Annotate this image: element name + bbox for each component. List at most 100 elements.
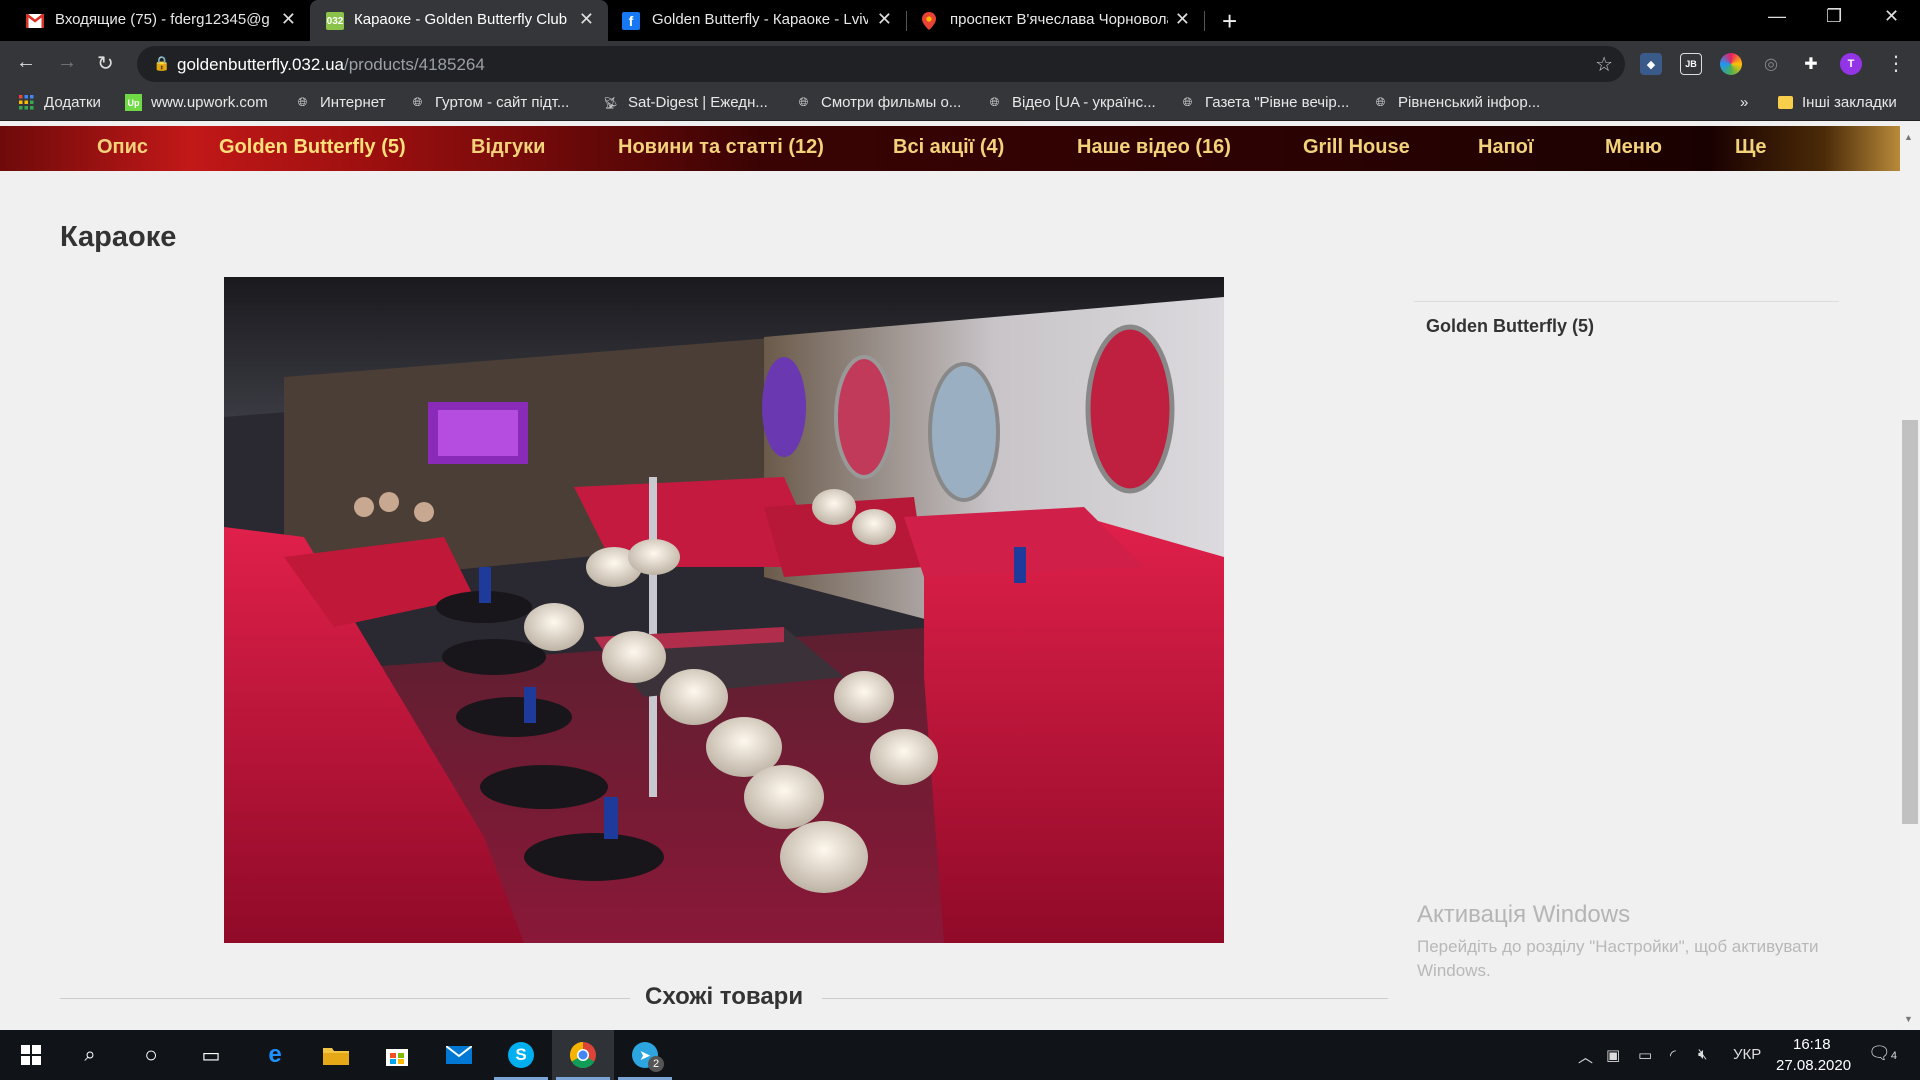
nav-drinks[interactable]: Напої (1478, 136, 1534, 159)
color-picker-extension-icon[interactable] (1720, 53, 1742, 75)
bookmark-movies[interactable]: 🌐︎ Смотри фильмы о... (795, 94, 962, 111)
similar-products-heading: Схожі товари (60, 971, 1388, 1010)
input-language[interactable]: УКР (1733, 1046, 1761, 1063)
nav-videos[interactable]: Наше відео (16) (1077, 136, 1231, 159)
clock-date[interactable]: 27.08.2020 (1776, 1057, 1851, 1074)
scroll-up-arrow-icon[interactable]: ▲ (1904, 132, 1913, 142)
task-view-icon[interactable]: ▭ (180, 1030, 242, 1080)
profile-avatar[interactable]: T (1840, 53, 1862, 75)
lock-icon[interactable]: 🔒 (153, 55, 170, 72)
bookmark-gurtom[interactable]: 🌐︎ Гуртом - сайт підт... (409, 94, 570, 111)
windows-start-icon[interactable] (0, 1030, 62, 1080)
heading-divider (822, 998, 1388, 999)
scrollbar-thumb[interactable] (1902, 420, 1918, 824)
disabled-extension-icon[interactable]: ◎ (1760, 53, 1782, 75)
close-window-icon[interactable]: ✕ (1884, 6, 1899, 27)
bookmark-rivne-info[interactable]: 🌐︎ Рівненський інфор... (1372, 94, 1540, 111)
windows-activation-title: Активація Windows (1417, 901, 1631, 928)
nav-promotions[interactable]: Всі акції (4) (893, 136, 1004, 159)
back-arrow-icon[interactable]: ← (16, 51, 36, 74)
forward-arrow-icon[interactable]: → (57, 51, 77, 74)
bookmark-video-ua[interactable]: 🌐︎ Відео [UA - українс... (986, 94, 1156, 111)
nav-opys[interactable]: Опис (97, 136, 148, 159)
extensions-puzzle-icon[interactable]: ✚ (1800, 53, 1822, 75)
notifications-icon[interactable]: 🗨︎4 (1868, 1043, 1897, 1064)
globe-icon: 🌐︎ (412, 95, 423, 109)
nav-golden-butterfly[interactable]: Golden Butterfly (5) (219, 136, 406, 159)
jb-extension-icon[interactable]: JB (1680, 53, 1702, 75)
edge-icon[interactable]: e (244, 1030, 306, 1080)
nav-reviews[interactable]: Відгуки (471, 136, 545, 159)
bookmark-internet[interactable]: 🌐︎ Интернет (294, 94, 386, 111)
windows-taskbar: ⌕ ○ ▭ e S ➤ 2 ︿ ▣ ▭ ◜ 🔇︎ УКР 16:18 27.08… (0, 1030, 1920, 1080)
search-icon[interactable]: ⌕ (59, 1030, 121, 1080)
other-bookmarks-folder[interactable]: Інші закладки (1778, 94, 1897, 111)
tab-facebook[interactable]: f Golden Butterfly - Караоке - Lviv ✕ (608, 0, 906, 41)
scroll-down-arrow-icon[interactable]: ▼ (1904, 1014, 1913, 1024)
bookmark-rivne-newspaper[interactable]: 🌐︎ Газета "Рівне вечір... (1179, 94, 1350, 111)
bookmark-label: Газета "Рівне вечір... (1205, 94, 1350, 111)
wifi-icon[interactable]: ◜ (1670, 1046, 1676, 1064)
globe-icon: 🌐︎ (1182, 95, 1193, 109)
new-tab-button[interactable]: + (1222, 6, 1237, 37)
bookmark-label: www.upwork.com (151, 94, 268, 111)
globe-icon: 🌐︎ (989, 95, 1000, 109)
bookmark-apps[interactable]: Додатки (18, 94, 101, 111)
shield-extension-icon[interactable]: ◆ (1640, 53, 1662, 75)
bookmarks-overflow-button[interactable]: » (1740, 94, 1748, 111)
bookmark-sat-digest[interactable]: 📡︎ Sat-Digest | Ежедн... (602, 94, 768, 111)
tab-separator (1204, 11, 1205, 31)
heading-divider (60, 998, 630, 999)
telegram-icon[interactable]: ➤ 2 (614, 1030, 676, 1080)
upwork-icon: Up (125, 94, 142, 111)
site-navigation-bar: Опис Golden Butterfly (5) Відгуки Новини… (0, 126, 1900, 171)
sidebar-divider (1414, 301, 1839, 302)
telegram-badge: 2 (648, 1056, 664, 1072)
nav-news[interactable]: Новини та статті (12) (618, 136, 824, 159)
close-tab-icon[interactable]: ✕ (1175, 9, 1190, 30)
close-tab-icon[interactable]: ✕ (579, 9, 594, 30)
address-bar[interactable]: 🔒 goldenbutterfly.032.ua/products/418526… (137, 46, 1625, 82)
nav-menu[interactable]: Меню (1605, 136, 1662, 159)
network-device-icon[interactable]: ▣ (1606, 1046, 1620, 1064)
bookmark-label: Sat-Digest | Ежедн... (628, 94, 768, 111)
bookmark-label: Гуртом - сайт підт... (435, 94, 570, 111)
tab-title: проспект В'ячеслава Чорновола (950, 11, 1168, 28)
battery-icon[interactable]: ▭ (1638, 1046, 1652, 1064)
bookmark-label: Интернет (320, 94, 386, 111)
bookmark-upwork[interactable]: Up www.upwork.com (125, 94, 268, 111)
sidebar-link-golden-butterfly[interactable]: Golden Butterfly (5) (1426, 316, 1594, 337)
bookmark-star-icon[interactable]: ☆ (1595, 52, 1613, 77)
skype-icon[interactable]: S (490, 1030, 552, 1080)
tab-karaoke[interactable]: 032 Караоке - Golden Butterfly Club ✕ (310, 0, 608, 41)
nav-grill-house[interactable]: Grill House (1303, 136, 1410, 159)
minimize-window-icon[interactable]: — (1768, 6, 1786, 27)
windows-activation-text: Перейдіть до розділу "Настройки", щоб ак… (1417, 937, 1819, 980)
file-explorer-icon[interactable] (305, 1030, 367, 1080)
google-maps-icon (920, 12, 938, 30)
show-hidden-icons-icon[interactable]: ︿ (1578, 1046, 1593, 1067)
close-tab-icon[interactable]: ✕ (281, 9, 296, 30)
microsoft-store-icon[interactable] (366, 1030, 428, 1080)
bookmark-label: Відео [UA - українс... (1012, 94, 1156, 111)
cortana-icon[interactable]: ○ (120, 1030, 182, 1080)
browser-menu-icon[interactable]: ⋮ (1886, 51, 1906, 76)
chrome-icon[interactable] (552, 1030, 614, 1080)
clock-time[interactable]: 16:18 (1793, 1036, 1831, 1053)
close-tab-icon[interactable]: ✕ (877, 9, 892, 30)
globe-icon: 🌐︎ (798, 95, 809, 109)
volume-muted-icon[interactable]: 🔇︎ (1698, 1046, 1707, 1063)
tab-gmail[interactable]: Входящие (75) - fderg12345@gm ✕ (0, 0, 310, 41)
mail-icon[interactable] (428, 1030, 490, 1080)
nav-more[interactable]: Ще (1735, 136, 1767, 159)
browser-tab-strip: Входящие (75) - fderg12345@gm ✕ 032 Кара… (0, 0, 1920, 41)
bookmark-label: Рівненський інфор... (1398, 94, 1541, 111)
tab-google-maps[interactable]: проспект В'ячеслава Чорновола ✕ (906, 0, 1204, 41)
karaoke-room-photo[interactable] (224, 277, 1224, 943)
restore-window-icon[interactable]: ❐ (1826, 6, 1842, 27)
globe-icon: 🌐︎ (1375, 95, 1386, 109)
tab-title: Входящие (75) - fderg12345@gm (55, 11, 270, 28)
url-path: /products/4185264 (343, 55, 485, 74)
bookmark-label: Додатки (44, 94, 101, 111)
reload-icon[interactable]: ↻ (97, 51, 114, 76)
